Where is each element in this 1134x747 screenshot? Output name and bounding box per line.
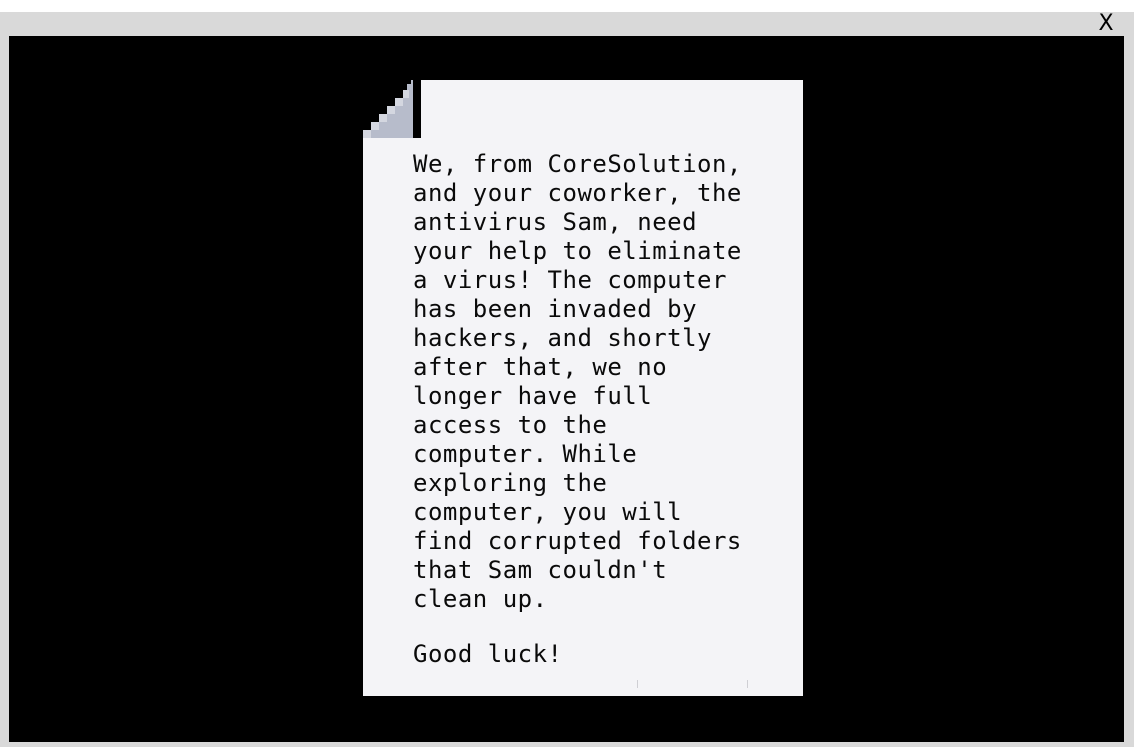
paper-speck — [747, 680, 748, 688]
note-signoff-text: Good luck! — [413, 640, 563, 668]
intro-note: We, from CoreSolution, and your coworker… — [355, 72, 811, 704]
page-corner-fold-icon — [355, 72, 421, 146]
game-viewport: We, from CoreSolution, and your coworker… — [9, 36, 1124, 742]
note-body-text: We, from CoreSolution, and your coworker… — [413, 150, 742, 613]
close-button[interactable]: X — [1094, 12, 1118, 36]
paper-speck — [637, 680, 638, 688]
game-window: X We, from CoreSolution, and your cowork… — [0, 12, 1134, 747]
